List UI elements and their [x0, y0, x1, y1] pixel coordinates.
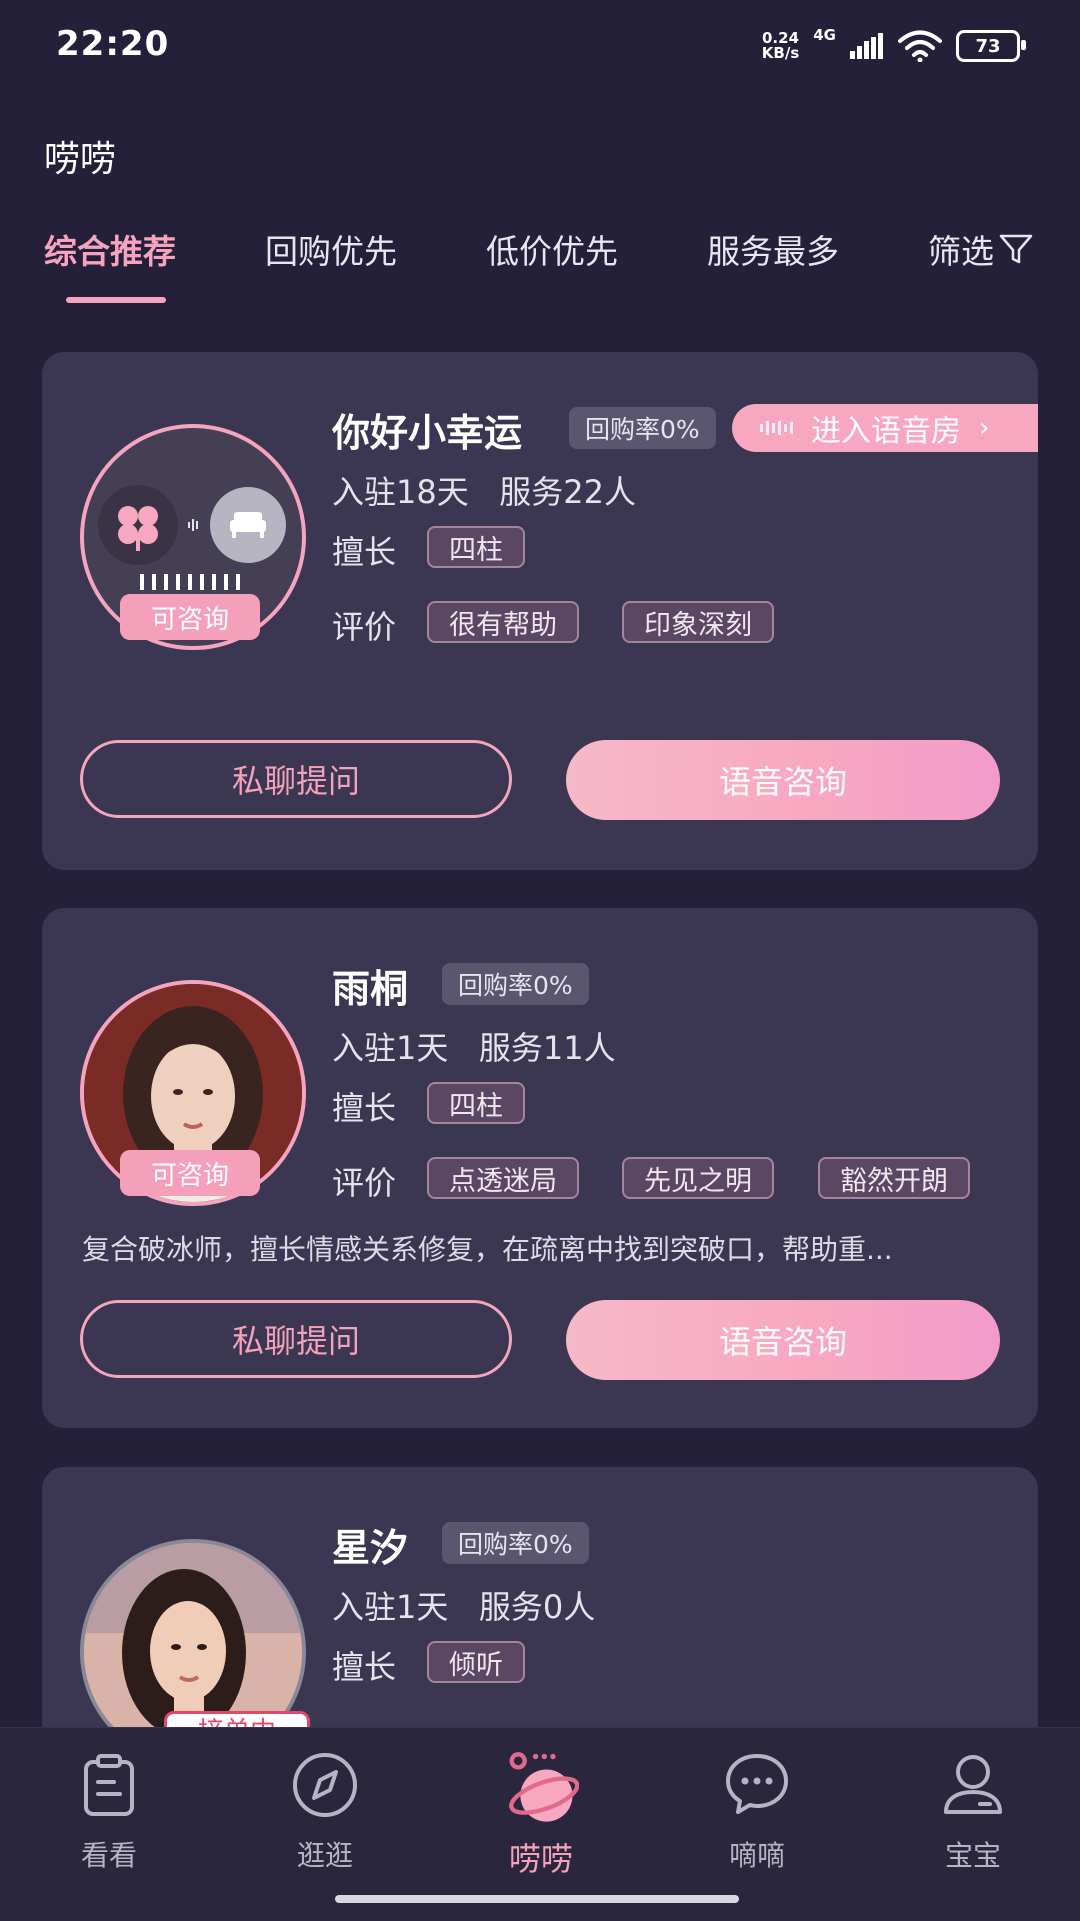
- wifi-icon: [898, 30, 942, 62]
- portrait-image: [84, 1543, 302, 1727]
- joined-days: 入驻1天: [332, 1588, 449, 1626]
- consultant-card[interactable]: 可咨询 你好小幸运 回购率0% 进入语音房 › 入驻18天 服务22人 擅长 四…: [42, 352, 1038, 870]
- page-title: 唠唠: [44, 139, 117, 180]
- avatar-container: 可咨询: [80, 980, 306, 1206]
- filter-icon: [999, 234, 1033, 264]
- nav-item-didi[interactable]: 嘀嘀: [677, 1750, 837, 1874]
- specialty-tag: 四柱: [427, 1082, 525, 1124]
- private-chat-button[interactable]: 私聊提问: [80, 740, 512, 818]
- tab-repurchase-first[interactable]: 回购优先: [265, 225, 397, 273]
- status-indicators: 0.24 KB/s 4G 73: [761, 24, 1026, 68]
- repurchase-rate-badge: 回购率0%: [442, 1522, 589, 1564]
- sort-tabs: 综合推荐 回购优先 低价优先 服务最多 筛选: [0, 225, 1080, 305]
- status-bar: 22:20 0.24 KB/s 4G 73: [0, 0, 1080, 90]
- nav-label: 宝宝: [944, 1839, 1001, 1872]
- review-tag: 点透迷局: [427, 1157, 579, 1199]
- user-icon: [944, 1755, 1002, 1814]
- review-label: 评价: [332, 608, 397, 646]
- battery-indicator: 73: [956, 30, 1026, 62]
- chevron-right-icon: ›: [979, 413, 990, 443]
- consultant-stats: 入驻18天 服务22人: [332, 467, 636, 513]
- sound-wave-icon: [760, 421, 793, 435]
- consultant-stats: 入驻1天 服务0人: [332, 1582, 595, 1628]
- review-label: 评价: [332, 1164, 397, 1202]
- private-chat-button[interactable]: 私聊提问: [80, 1300, 512, 1378]
- nav-label: 看看: [80, 1839, 137, 1872]
- tab-filter[interactable]: 筛选: [928, 225, 1034, 273]
- nav-label: 逛逛: [296, 1839, 353, 1872]
- nav-label: 嘀嘀: [728, 1839, 785, 1872]
- status-badge: 接单中: [164, 1711, 310, 1727]
- consultant-stats: 入驻1天 服务11人: [332, 1023, 616, 1069]
- joined-days: 入驻1天: [332, 1029, 449, 1067]
- filter-label: 筛选: [928, 232, 994, 271]
- planet-icon: [509, 1752, 580, 1822]
- review-tag: 印象深刻: [622, 601, 774, 643]
- consultant-name: 星汐: [332, 1526, 409, 1570]
- enter-voice-room-button[interactable]: 进入语音房 ›: [732, 404, 1038, 452]
- voice-room-label: 进入语音房: [811, 414, 961, 449]
- voice-consult-button[interactable]: 语音咨询: [566, 1300, 1000, 1380]
- status-time: 22:20: [56, 24, 170, 64]
- status-badge: 可咨询: [120, 1150, 260, 1196]
- specialty-label: 擅长: [332, 1089, 397, 1127]
- tab-most-served[interactable]: 服务最多: [707, 225, 839, 273]
- voice-consult-button[interactable]: 语音咨询: [566, 740, 1000, 820]
- status-badge: 可咨询: [120, 594, 260, 640]
- review-tag: 很有帮助: [427, 601, 579, 643]
- specialty-label: 擅长: [332, 533, 397, 571]
- chat-bubble-icon: [726, 1754, 788, 1814]
- network-type: 4G: [813, 26, 836, 44]
- consultant-name: 雨桐: [332, 967, 409, 1011]
- compass-icon: [293, 1753, 357, 1817]
- avatar-container: 可咨询: [80, 424, 306, 650]
- served-count: 服务11人: [478, 1029, 616, 1067]
- nav-item-baobao[interactable]: 宝宝: [893, 1750, 1053, 1874]
- consultant-card[interactable]: 可咨询 雨桐 回购率0% 入驻1天 服务11人 擅长 四柱 评价 点透迷局 先见…: [42, 908, 1038, 1428]
- avatar[interactable]: [80, 1539, 306, 1727]
- tab-low-price-first[interactable]: 低价优先: [486, 225, 618, 273]
- avatar-container: [80, 1539, 306, 1727]
- nav-item-guangguang[interactable]: 逛逛: [245, 1750, 405, 1874]
- repurchase-rate-badge: 回购率0%: [569, 407, 716, 449]
- tab-recommended[interactable]: 综合推荐: [44, 225, 176, 273]
- joined-days: 入驻18天: [332, 473, 469, 511]
- home-indicator[interactable]: [335, 1895, 739, 1903]
- specialty-tag: 四柱: [427, 526, 525, 568]
- nav-label: 唠唠: [508, 1840, 573, 1878]
- nav-item-laolao[interactable]: 唠唠: [461, 1750, 621, 1880]
- specialty-label: 擅长: [332, 1648, 397, 1686]
- signal-icon: [850, 33, 883, 59]
- repurchase-rate-badge: 回购率0%: [442, 963, 589, 1005]
- bottom-navigation: 看看 逛逛 唠唠 嘀嘀 宝宝: [0, 1727, 1080, 1921]
- review-tag: 先见之明: [622, 1157, 774, 1199]
- consultant-card[interactable]: 星汐 回购率0% 入驻1天 服务0人 擅长 倾听 接单中: [42, 1467, 1038, 1727]
- specialty-tag: 倾听: [427, 1641, 525, 1683]
- consultant-description: 复合破冰师，擅长情感关系修复，在疏离中找到突破口，帮助重...: [82, 1233, 893, 1266]
- served-count: 服务22人: [499, 473, 636, 511]
- clipboard-icon: [84, 1754, 134, 1816]
- review-tag: 豁然开朗: [818, 1157, 970, 1199]
- network-speed: 0.24 KB/s: [761, 29, 800, 62]
- active-tab-indicator: [66, 297, 166, 303]
- served-count: 服务0人: [478, 1588, 596, 1626]
- nav-item-kankan[interactable]: 看看: [29, 1750, 189, 1874]
- consultant-name: 你好小幸运: [332, 411, 523, 455]
